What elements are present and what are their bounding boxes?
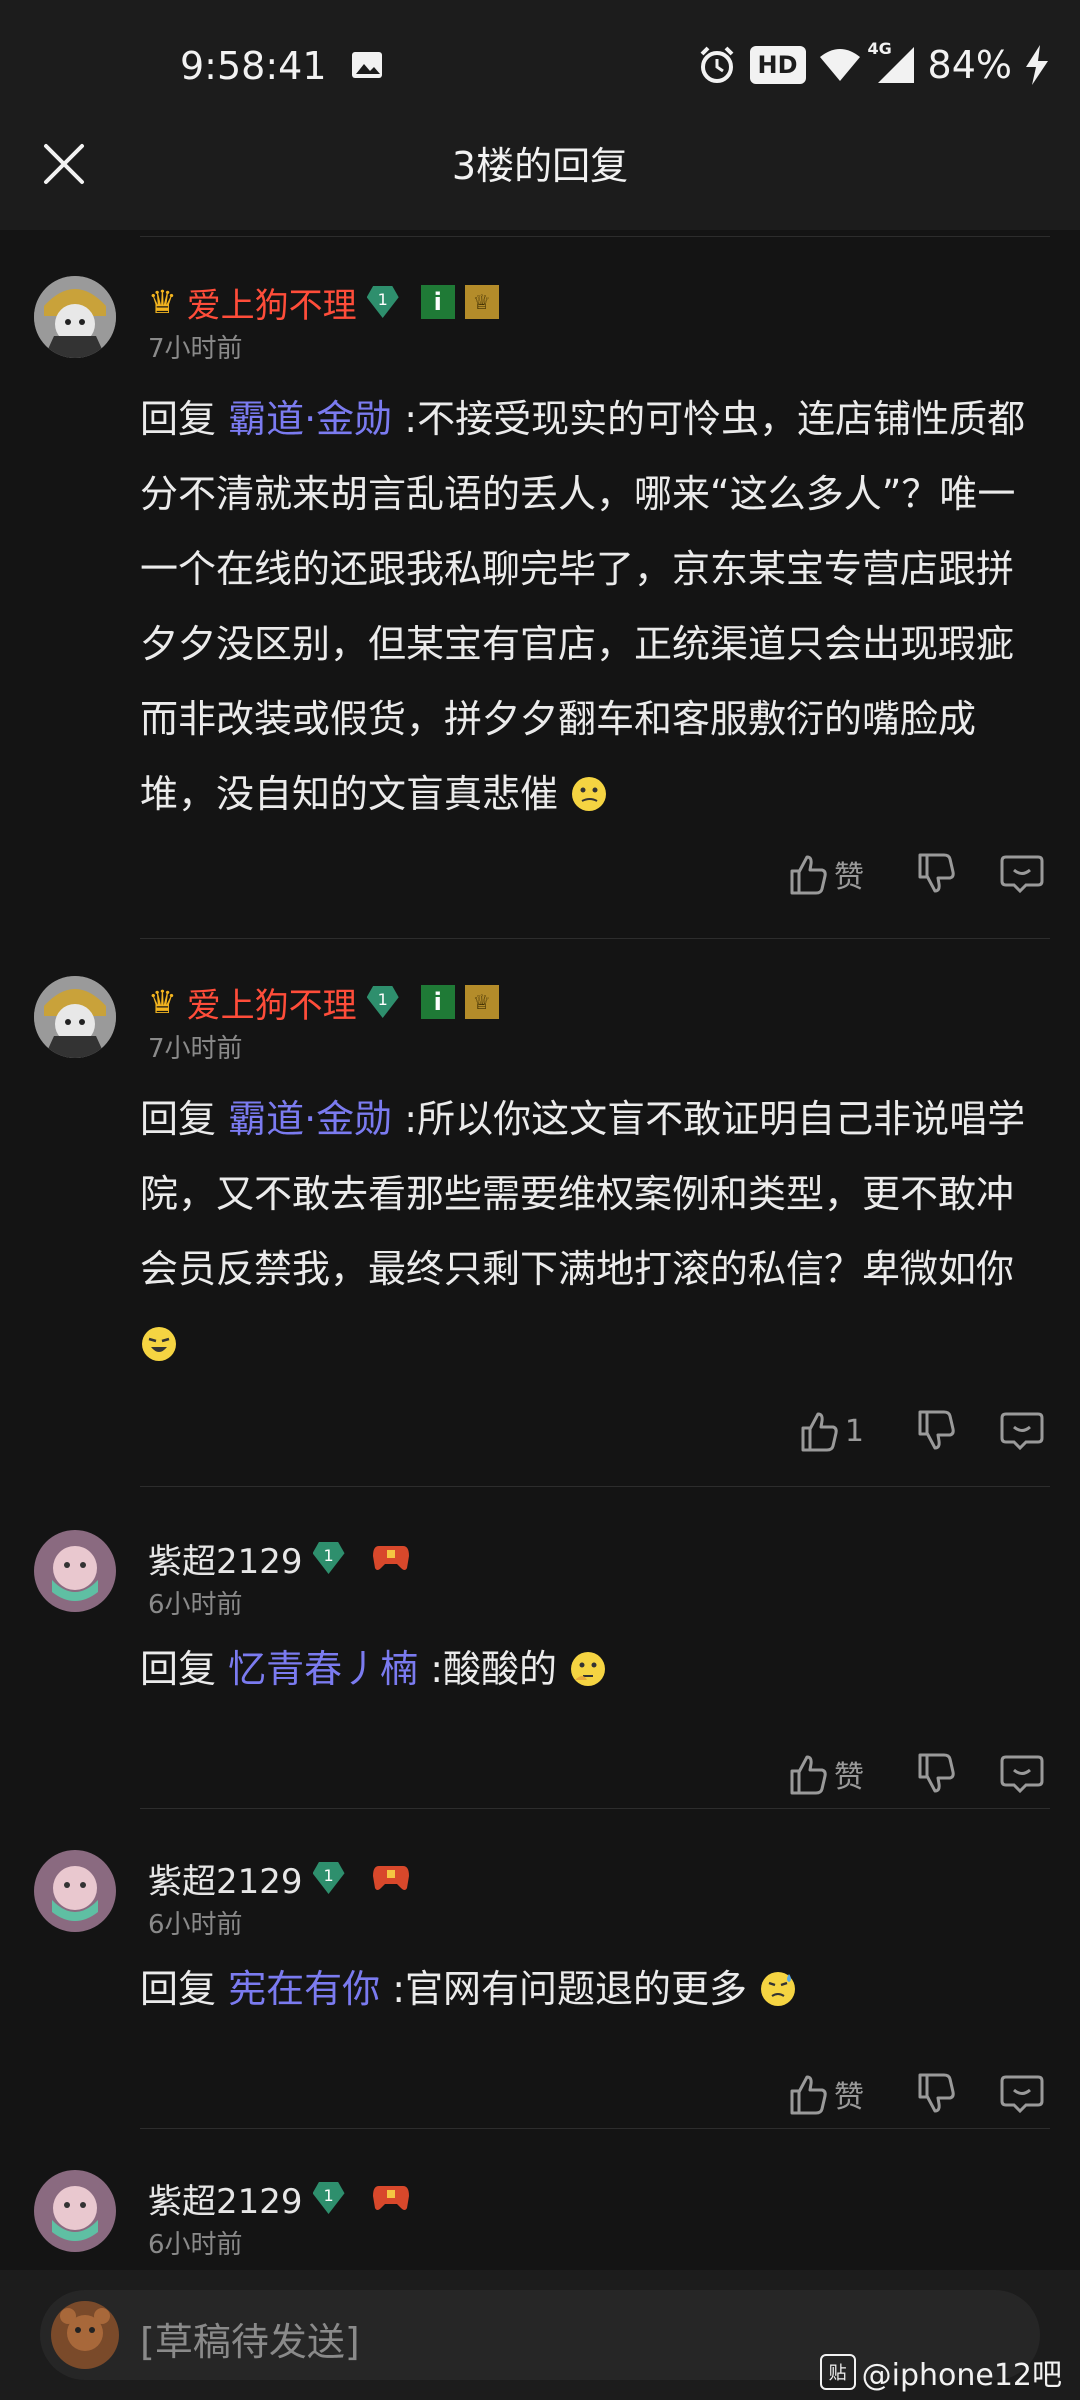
level-badge-icon: 1 [366,286,399,318]
like-button[interactable]: 赞 [788,2072,864,2116]
like-button[interactable]: 1 [799,1410,864,1452]
post-time: 6小时前 [148,1590,243,1620]
comment-icon[interactable] [1000,1410,1044,1452]
like-button[interactable]: 赞 [788,852,864,896]
post-time: 6小时前 [148,1910,243,1940]
thumbs-down-icon[interactable] [916,1410,956,1452]
level-badge-icon: 1 [312,2182,345,2214]
wifi-icon [819,49,860,81]
status-time: 9:58:41 [180,44,327,88]
avatar[interactable] [34,2170,116,2252]
crown-icon: ♛ [148,983,177,1021]
gamepad-badge-icon [372,1546,409,1570]
thumbs-up-icon [790,1755,827,1795]
tieba-logo-icon: 贴 [819,2354,856,2390]
gamepad-badge-icon [372,1866,409,1890]
action-row: 1 [799,1410,1044,1452]
thumbs-down-icon[interactable] [916,1753,956,1795]
laugh-emoji-icon [142,1327,176,1361]
action-row: 赞 [788,852,1044,896]
gallery-icon [352,52,382,78]
crown-icon: ♛ [148,283,177,321]
username[interactable]: 紫超2129 [148,1854,303,1903]
page-title: 3楼的回复 [451,144,629,188]
avatar[interactable] [34,1530,116,1612]
watermark-text: @iphone12吧 [861,2358,1062,2393]
hd-badge: HD [749,46,806,84]
username[interactable]: 紫超2129 [148,1534,303,1583]
user-row: 紫超2129 1 [148,2174,411,2223]
reply-content: 回复 霸道·金勋 :不接受现实的可怜虫，连店铺性质都分不清就来胡言乱语的丢人，哪… [140,397,1026,816]
medal-badge-icon: ♕ [464,285,499,319]
divider [140,938,1050,939]
divider [140,236,1050,237]
level-badge-icon: 1 [312,1542,345,1574]
post-time: 6小时前 [148,2230,243,2260]
watermark: 贴 @iphone12吧 [819,2350,1062,2394]
sweat-emoji-icon [761,1972,796,2006]
avatar[interactable] [34,976,116,1058]
level-badge-icon: 1 [366,986,399,1018]
mention-link[interactable]: 霸道·金勋 [228,397,392,441]
gamepad-badge-icon [372,2186,409,2210]
username[interactable]: 爱上狗不理 [187,978,357,1027]
action-row: 赞 [788,1752,1044,1796]
level-badge-icon: 1 [312,1862,345,1894]
avatar[interactable] [34,276,116,358]
user-row: ♛ 爱上狗不理 1 i ♕ [148,978,499,1027]
thumbs-up-icon [790,2075,827,2115]
user-row: 紫超2129 1 [148,1534,411,1583]
username[interactable]: 紫超2129 [148,2174,303,2223]
thinking-emoji-icon [571,1652,606,1686]
thumbs-down-icon[interactable] [916,2073,956,2115]
like-button[interactable]: 赞 [788,1752,864,1796]
user-row: ♛ 爱上狗不理 1 i ♕ [148,278,499,327]
action-row: 赞 [788,2072,1044,2116]
thumbs-down-icon[interactable] [916,853,956,895]
comment-icon[interactable] [1000,1753,1044,1795]
smirk-emoji-icon [572,777,607,811]
reply-content: 回复 忆青春丿楠 :酸酸的 [140,1632,1044,1707]
battery-percent: 84% [927,43,1012,87]
medal-badge-icon: ♕ [464,985,499,1019]
user-avatar-icon[interactable] [50,2300,120,2370]
info-badge-icon: i [420,985,455,1019]
reply-content: 回复 霸道·金勋 :所以你这文盲不敢证明自己非说唱学院，又不敢去看那些需要维权案… [140,1082,1044,1382]
divider [140,2128,1050,2129]
divider [140,1808,1050,1809]
mention-link[interactable]: 霸道·金勋 [228,1097,392,1141]
mention-link[interactable]: 忆青春丿楠 [228,1647,418,1691]
charging-icon [1026,45,1048,85]
thumbs-up-icon [790,855,827,895]
mention-link[interactable]: 宪在有你 [228,1967,380,2011]
comment-icon[interactable] [1000,2073,1044,2115]
post-time: 7小时前 [148,334,243,364]
cell-signal-icon: 4G [868,39,916,85]
avatar[interactable] [34,1850,116,1932]
status-icons: HD 4G 84% [696,39,1050,90]
input-placeholder[interactable]: [草稿待发送] [140,2311,360,2366]
info-badge-icon: i [420,285,455,319]
reply-content: 回复 宪在有你 :官网有问题退的更多 [140,1952,1044,2027]
alarm-icon [700,46,733,83]
username[interactable]: 爱上狗不理 [187,278,357,327]
comment-icon[interactable] [1000,853,1044,895]
reply-list[interactable]: ♛ 爱上狗不理 1 i ♕ 7小时前 回复 霸道·金勋 :不接受现实的可怜虫，连… [0,230,1080,2270]
user-row: 紫超2129 1 [148,1854,411,1903]
thumbs-up-icon [801,1412,838,1452]
post-time: 7小时前 [148,1034,243,1064]
divider [140,1486,1050,1487]
